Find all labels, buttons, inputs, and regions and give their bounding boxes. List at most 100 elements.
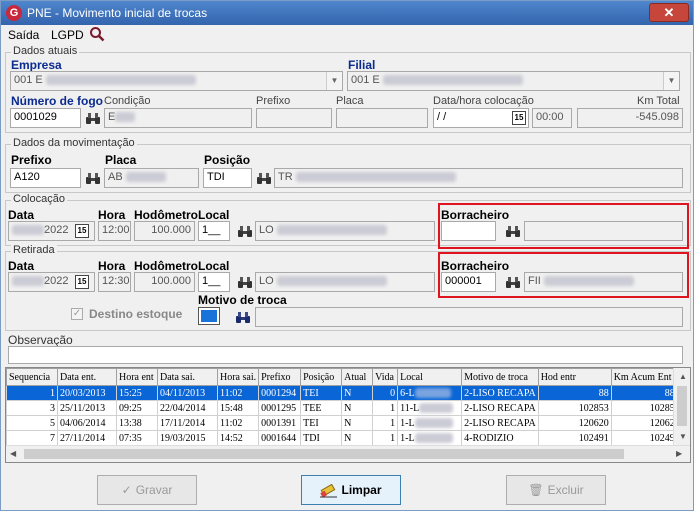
column-header[interactable]: Local xyxy=(397,368,463,386)
numero-fogo-field[interactable]: 0001029 xyxy=(10,108,81,128)
column-header[interactable]: Vida xyxy=(372,368,399,386)
title-bar: G PNE - Movimento inicial de trocas ✕ xyxy=(1,1,693,25)
motivo-color-swatch[interactable] xyxy=(198,307,220,325)
table-cell: 2-LISO RECAPA xyxy=(461,415,539,431)
app-window: G PNE - Movimento inicial de trocas ✕ Sa… xyxy=(0,0,694,511)
posicao-label: Posição xyxy=(204,153,251,167)
retirada-hora-field[interactable]: 12:30 xyxy=(98,272,131,292)
binoculars-icon[interactable] xyxy=(238,226,252,238)
colocacao-local-field[interactable]: 1__ xyxy=(198,221,230,241)
search-icon[interactable] xyxy=(89,26,105,42)
chevron-down-icon[interactable]: ▼ xyxy=(663,72,679,90)
numero-fogo-label: Número de fogo xyxy=(11,94,103,108)
binoculars-icon[interactable] xyxy=(238,277,252,289)
column-header[interactable]: Atual xyxy=(341,368,374,386)
table-cell: 11:02 xyxy=(216,415,260,431)
table-cell: 5 xyxy=(6,415,58,431)
menu-item-saida[interactable]: Saída xyxy=(8,28,39,42)
scroll-thumb[interactable] xyxy=(24,449,624,459)
menu-item-lgpd[interactable]: LGPD xyxy=(51,28,84,42)
table-cell: TEE xyxy=(300,400,343,416)
scroll-down-icon[interactable]: ▼ xyxy=(679,432,687,441)
column-header[interactable]: Hora ent xyxy=(116,368,158,386)
table-cell: 10249 xyxy=(610,430,678,446)
empresa-select[interactable]: 001 E ▼ xyxy=(10,71,343,91)
horizontal-scrollbar[interactable]: ◀ ▶ xyxy=(6,445,690,462)
prefixo-field[interactable]: A120 xyxy=(10,168,81,188)
prefixo-atual-field xyxy=(256,108,332,128)
table-cell: 120620 xyxy=(537,415,612,431)
column-header[interactable]: Sequencia xyxy=(6,368,58,386)
table-cell: 0001294 xyxy=(258,385,302,401)
table-row[interactable]: 1 20/03/2013 15:25 04/11/2013 11:02 0001… xyxy=(6,385,678,401)
colocacao-hodometro-field[interactable]: 100.000 xyxy=(134,221,195,241)
column-header[interactable]: Data ent. xyxy=(57,368,117,386)
table-cell: N xyxy=(341,385,374,401)
calendar-icon[interactable]: 15 xyxy=(75,224,89,238)
condicao-label: Condição xyxy=(104,95,151,107)
destino-estoque-checkbox[interactable]: ✓ xyxy=(71,308,83,320)
table-row[interactable]: 5 04/06/2014 13:38 17/11/2014 11:02 0001… xyxy=(6,415,678,431)
retirada-hora-label: Hora xyxy=(98,259,126,273)
column-header[interactable]: Data sai. xyxy=(157,368,218,386)
binoculars-icon[interactable] xyxy=(86,173,100,185)
binoculars-icon[interactable] xyxy=(257,173,271,185)
retirada-hodometro-label: Hodômetro xyxy=(134,259,198,273)
column-header[interactable]: Motivo de troca xyxy=(461,368,539,386)
vertical-scrollbar[interactable]: ▲ ▼ xyxy=(673,368,690,446)
table-cell: 7 xyxy=(6,430,58,446)
table-cell: 22/04/2014 xyxy=(157,400,218,416)
close-button[interactable]: ✕ xyxy=(649,3,689,22)
checkmark-icon: ✓ xyxy=(121,483,132,497)
table-cell: TEI xyxy=(300,385,343,401)
table-cell: TDI xyxy=(300,430,343,446)
table-cell: 0001295 xyxy=(258,400,302,416)
table-row[interactable]: 3 25/11/2013 09:25 22/04/2014 15:48 0001… xyxy=(6,400,678,416)
colocacao-hora-label: Hora xyxy=(98,208,126,222)
table-cell: 1 xyxy=(372,415,399,431)
table-row[interactable]: 7 27/11/2014 07:35 19/03/2015 14:52 0001… xyxy=(6,430,678,446)
retirada-data-label: Data xyxy=(8,259,35,273)
scroll-right-icon[interactable]: ▶ xyxy=(676,449,682,458)
retirada-hodometro-field[interactable]: 100.000 xyxy=(134,272,195,292)
limpar-button[interactable]: Limpar xyxy=(301,475,401,505)
gravar-button[interactable]: ✓ Gravar xyxy=(97,475,197,505)
table-cell: 88 xyxy=(610,385,678,401)
filial-select[interactable]: 001 E ▼ xyxy=(347,71,680,91)
table-cell: 1 xyxy=(6,385,58,401)
table-cell: 04/06/2014 xyxy=(57,415,117,431)
scroll-up-icon[interactable]: ▲ xyxy=(679,372,687,381)
column-header[interactable]: Hora sai. xyxy=(216,368,260,386)
retirada-local-field[interactable]: 1__ xyxy=(198,272,230,292)
calendar-icon[interactable]: 15 xyxy=(75,275,89,289)
table-cell: 13:38 xyxy=(116,415,158,431)
excluir-button[interactable]: 🗑 Excluir xyxy=(506,475,606,505)
chevron-down-icon[interactable]: ▼ xyxy=(326,72,342,90)
table-cell: 4-RODIZIO xyxy=(461,430,539,446)
observacao-field[interactable] xyxy=(8,346,683,364)
table-cell: 3 xyxy=(6,400,58,416)
column-header[interactable]: Posição xyxy=(300,368,343,386)
posicao-descricao-field: TR xyxy=(274,168,683,188)
table-cell: N xyxy=(341,415,374,431)
colocacao-hora-field[interactable]: 12:00 xyxy=(98,221,131,241)
calendar-icon[interactable]: 15 xyxy=(512,111,526,125)
placa-field: AB xyxy=(104,168,199,188)
binoculars-icon[interactable] xyxy=(86,113,100,125)
motivo-troca-descricao xyxy=(255,307,683,327)
column-header[interactable]: Hod entr xyxy=(537,368,612,386)
table-cell: 2-LISO RECAPA xyxy=(461,385,539,401)
posicao-field[interactable]: TDI xyxy=(203,168,252,188)
scroll-thumb[interactable] xyxy=(677,386,687,426)
table-cell: 07:35 xyxy=(116,430,158,446)
column-header[interactable]: Km Acum Ent xyxy=(610,368,678,386)
placa-atual-label: Placa xyxy=(336,95,364,107)
table-cell: 88 xyxy=(537,385,612,401)
history-grid[interactable]: Sequencia Data ent. Hora ent Data sai. H… xyxy=(5,367,691,463)
column-header[interactable]: Prefixo xyxy=(258,368,302,386)
scroll-left-icon[interactable]: ◀ xyxy=(10,449,16,458)
table-cell: N xyxy=(341,430,374,446)
binoculars-icon[interactable] xyxy=(236,312,250,324)
table-cell: 11-L xyxy=(397,400,463,416)
colocacao-local-descricao: LO xyxy=(255,221,435,241)
